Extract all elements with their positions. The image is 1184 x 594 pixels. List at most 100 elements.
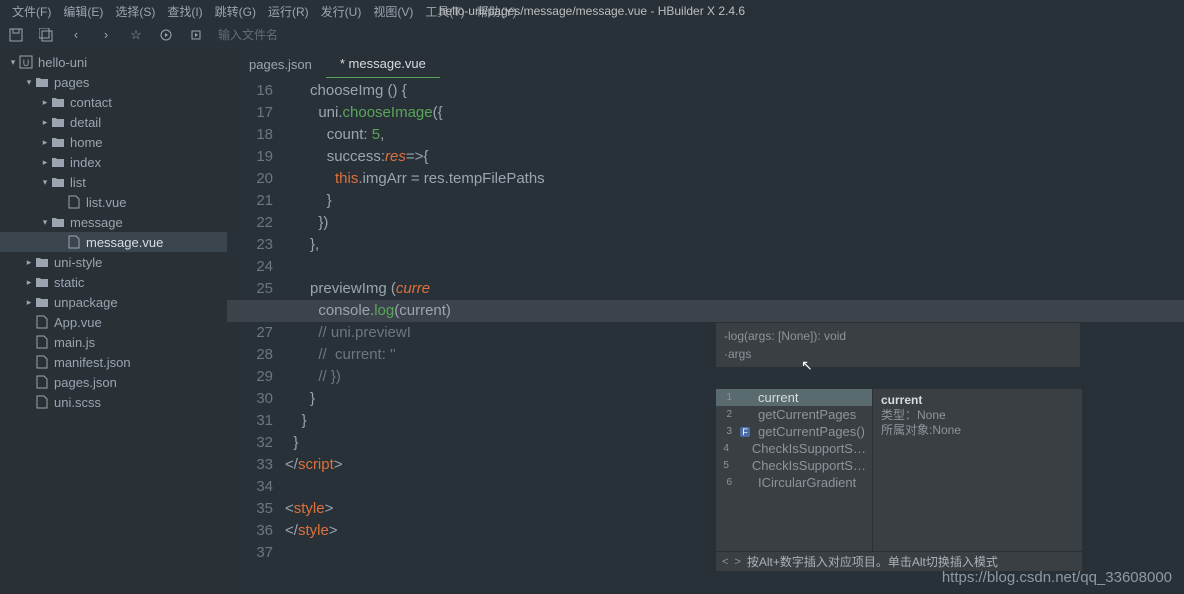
ac-item-ICircularGradient[interactable]: 6ICircularGradient xyxy=(716,474,872,491)
caret-icon[interactable]: ▸ xyxy=(40,137,50,148)
play-icon[interactable] xyxy=(158,27,174,43)
file-explorer[interactable]: ▾Uhello-uni▾pages▸contact▸detail▸home▸in… xyxy=(0,48,227,594)
menu-run[interactable]: 运行(R) xyxy=(264,3,313,20)
caret-icon[interactable]: ▸ xyxy=(40,117,50,128)
svg-text:U: U xyxy=(23,58,30,68)
tree-label: list xyxy=(70,175,86,190)
tree-item-index[interactable]: ▸ index xyxy=(0,152,227,172)
tree-item-hello-uni[interactable]: ▾ Uhello-uni xyxy=(0,52,227,72)
folder-icon xyxy=(34,256,50,268)
code-line[interactable]: console.log(current) xyxy=(227,300,1184,322)
signature-args: ·args xyxy=(724,345,1072,363)
save-all-icon[interactable] xyxy=(38,27,54,43)
watermark-text: https://blog.csdn.net/qq_33608000 xyxy=(942,569,1172,586)
autocomplete-list[interactable]: 1current2getCurrentPages3FgetCurrentPage… xyxy=(716,389,872,571)
nav-forward-icon[interactable]: › xyxy=(98,27,114,43)
folder-icon xyxy=(34,296,50,308)
tree-item-static[interactable]: ▸static xyxy=(0,272,227,292)
tree-item-list-vue[interactable]: list.vue xyxy=(0,192,227,212)
tree-item-manifest-json[interactable]: manifest.json xyxy=(0,352,227,372)
save-icon[interactable] xyxy=(8,27,24,43)
nav-back-icon[interactable]: ‹ xyxy=(68,27,84,43)
tab-messagevue[interactable]: * message.vue xyxy=(326,50,440,78)
code-editor[interactable]: 1617181920212223242526272829303132333435… xyxy=(227,78,1184,594)
tabbar: pages.json* message.vue xyxy=(227,48,1184,78)
star-icon[interactable]: ☆ xyxy=(128,27,144,43)
autocomplete-popup[interactable]: 1current2getCurrentPages3FgetCurrentPage… xyxy=(715,388,1083,572)
caret-icon[interactable]: ▾ xyxy=(8,57,18,68)
tree-item-main-js[interactable]: main.js xyxy=(0,332,227,352)
file-icon xyxy=(34,335,50,349)
detail-owner: 所属对象:None xyxy=(881,423,1074,438)
tree-label: pages.json xyxy=(54,375,117,390)
code-line[interactable]: count: 5, xyxy=(285,124,1184,146)
ac-name: ICircularGradient xyxy=(758,472,856,494)
tree-item-uni-style[interactable]: ▸ uni-style xyxy=(0,252,227,272)
code-line[interactable]: }, xyxy=(285,234,1184,256)
ac-kind-icon: F xyxy=(740,427,750,437)
menu-goto[interactable]: 跳转(G) xyxy=(211,3,260,20)
signature-help-popup: -log(args: [None]): void ·args xyxy=(715,322,1081,368)
menu-edit[interactable]: 编辑(E) xyxy=(59,3,107,20)
caret-icon[interactable]: ▸ xyxy=(40,97,50,108)
tree-item-uni-scss[interactable]: uni.scss xyxy=(0,392,227,412)
debug-icon[interactable] xyxy=(188,27,204,43)
menu-find[interactable]: 查找(I) xyxy=(163,3,206,20)
window-title: hello-uni/pages/message/message.vue - HB… xyxy=(435,4,749,18)
tab-pagesjson[interactable]: pages.json xyxy=(235,51,326,78)
tree-item-message[interactable]: ▾message xyxy=(0,212,227,232)
caret-icon[interactable]: ▸ xyxy=(24,297,34,308)
code-line[interactable] xyxy=(285,256,1184,278)
tree-item-message-vue[interactable]: message.vue xyxy=(0,232,227,252)
folder-icon xyxy=(34,76,50,88)
caret-icon[interactable]: ▸ xyxy=(24,277,34,288)
caret-icon[interactable]: ▾ xyxy=(40,177,50,188)
line-number: 20 xyxy=(227,168,285,190)
folder-icon xyxy=(50,176,66,188)
caret-icon[interactable]: ▸ xyxy=(24,257,34,268)
ac-kind-icon xyxy=(740,410,750,420)
menu-file[interactable]: 文件(F) xyxy=(8,3,55,20)
tree-item-unpackage[interactable]: ▸ unpackage xyxy=(0,292,227,312)
tree-label: hello-uni xyxy=(38,55,87,70)
editor-area: pages.json* message.vue 1617181920212223… xyxy=(227,48,1184,594)
tree-label: index xyxy=(70,155,101,170)
caret-icon[interactable]: ▾ xyxy=(24,77,34,88)
code-line[interactable]: }) xyxy=(285,212,1184,234)
tree-item-home[interactable]: ▸home xyxy=(0,132,227,152)
menu-publish[interactable]: 发行(U) xyxy=(317,3,366,20)
code-line[interactable]: chooseImg () { xyxy=(285,80,1184,102)
tree-label: unpackage xyxy=(54,295,118,310)
code-line[interactable]: } xyxy=(285,190,1184,212)
code-line[interactable]: uni.chooseImage({ xyxy=(285,102,1184,124)
file-icon xyxy=(34,315,50,329)
code-line[interactable]: // }) xyxy=(285,366,1184,388)
ac-kind-icon xyxy=(740,478,750,488)
line-number: 24 xyxy=(227,256,285,278)
tree-label: uni-style xyxy=(54,255,102,270)
tree-item-pages-json[interactable]: pages.json xyxy=(0,372,227,392)
detail-title: current xyxy=(881,393,1074,408)
tree-label: detail xyxy=(70,115,101,130)
tree-item-App-vue[interactable]: App.vue xyxy=(0,312,227,332)
tree-label: list.vue xyxy=(86,195,126,210)
tree-item-pages[interactable]: ▾pages xyxy=(0,72,227,92)
tree-item-detail[interactable]: ▸ detail xyxy=(0,112,227,132)
code-line[interactable]: previewImg (curre xyxy=(285,278,1184,300)
line-number: 18 xyxy=(227,124,285,146)
file-search-input[interactable] xyxy=(218,28,338,42)
menu-select[interactable]: 选择(S) xyxy=(111,3,159,20)
file-icon xyxy=(66,195,82,209)
caret-icon[interactable]: ▾ xyxy=(40,217,50,228)
menu-view[interactable]: 视图(V) xyxy=(369,3,417,20)
tree-item-list[interactable]: ▾ list xyxy=(0,172,227,192)
folder-icon xyxy=(50,96,66,108)
code-line[interactable]: success:res=>{ xyxy=(285,146,1184,168)
line-number: 31 xyxy=(227,410,285,432)
tree-item-contact[interactable]: ▸contact xyxy=(0,92,227,112)
menubar: 文件(F) 编辑(E) 选择(S) 查找(I) 跳转(G) 运行(R) 发行(U… xyxy=(0,0,1184,22)
line-number: 36 xyxy=(227,520,285,542)
tree-label: uni.scss xyxy=(54,395,101,410)
code-line[interactable]: this.imgArr = res.tempFilePaths xyxy=(285,168,1184,190)
caret-icon[interactable]: ▸ xyxy=(40,157,50,168)
